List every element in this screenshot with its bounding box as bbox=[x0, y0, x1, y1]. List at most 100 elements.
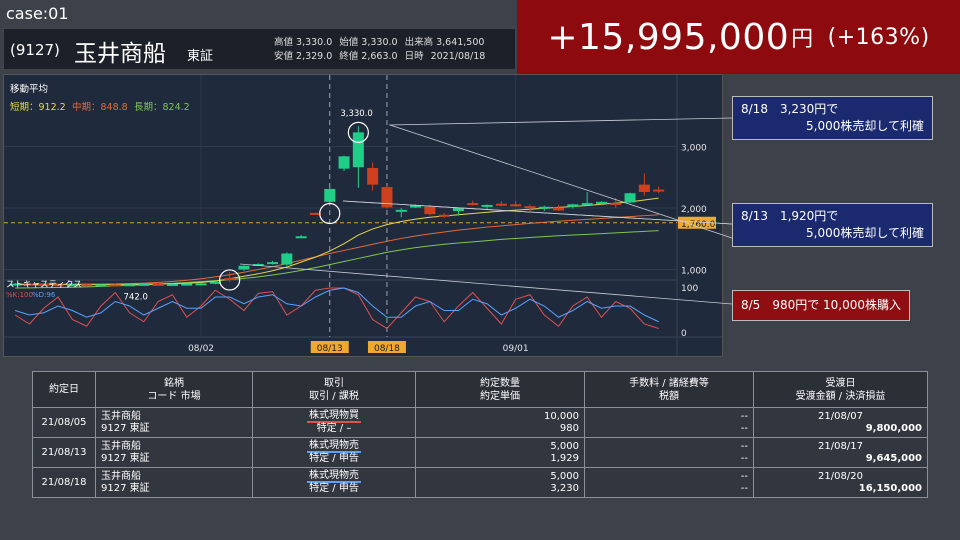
x-tick-label: 08/02 bbox=[188, 344, 214, 354]
candle-body bbox=[624, 193, 636, 203]
candle-body bbox=[224, 278, 236, 281]
qty-price-cell: 5,000 3,230 bbox=[415, 467, 585, 498]
price-stats: 高値 3,330.0 始値 3,330.0 出来高 3,641,500 安値 2,3… bbox=[274, 36, 492, 64]
stoch-legend-item: %D:96 bbox=[32, 291, 56, 299]
table-header-row: 約定日 銘柄 コード 市場 取引 取引 / 課税 約定数量 約定単価 手数料 / 諸経… bbox=[32, 371, 928, 408]
callout-aug13-line2: 5,000株売却して利確 bbox=[806, 226, 924, 240]
profit-amount: +15,995,000 bbox=[547, 16, 790, 58]
candle-body bbox=[510, 204, 522, 207]
profit-banner: +15,995,000 円 (+163%) bbox=[517, 0, 960, 74]
candle-body bbox=[238, 265, 250, 270]
low-annotation: 742.0 bbox=[124, 292, 148, 302]
candle-body bbox=[124, 284, 136, 287]
fee-tax-cell: -- -- bbox=[584, 407, 754, 438]
callout-aug13-line1: 8/13 1,920円で bbox=[741, 209, 839, 223]
callout-aug18: 8/18 3,230円で 5,000株売却して利確 bbox=[732, 96, 933, 140]
candle-body bbox=[395, 209, 407, 212]
candle-body bbox=[653, 189, 665, 192]
reference-label: 1,760.0 bbox=[681, 220, 716, 230]
settle-cell: 21/08/07 9,800,000 bbox=[753, 407, 928, 438]
candle-body bbox=[138, 283, 150, 286]
candle-body bbox=[252, 263, 264, 266]
col-header: 手数料 / 諸経費等 税額 bbox=[584, 371, 754, 408]
stoch-legend-item: %K:100 bbox=[6, 291, 33, 299]
col-header: 受渡日 受渡金額 / 決済損益 bbox=[753, 371, 928, 408]
candle-body bbox=[195, 283, 207, 286]
close-price: 終値 2,663.0 bbox=[339, 51, 398, 62]
trade-date: 21/08/05 bbox=[32, 407, 96, 438]
candle-body bbox=[109, 284, 121, 287]
stock-header: (9127) 玉井商船 東証 高値 3,330.0 始値 3,330.0 出来高 3… bbox=[3, 28, 516, 70]
candle-body bbox=[281, 253, 293, 265]
table-row: 21/08/05 玉井商船 9127 東証 株式現物買 特定 / – 10,000 9… bbox=[32, 407, 928, 438]
candle-body bbox=[324, 188, 336, 202]
qty-price-cell: 5,000 1,929 bbox=[415, 437, 585, 468]
price-tick-label: 3,000 bbox=[681, 144, 707, 154]
table-row: 21/08/13 玉井商船 9127 東証 株式現物売 特定 / 申告 5,000 1… bbox=[32, 437, 928, 468]
candle-body bbox=[352, 132, 364, 168]
candle-body bbox=[181, 283, 193, 286]
candle-body bbox=[438, 214, 450, 217]
trade-type-cell: 株式現物買 特定 / – bbox=[252, 407, 416, 438]
settle-cell: 21/08/17 9,645,000 bbox=[753, 437, 928, 468]
candle-body bbox=[267, 262, 279, 265]
volume: 出来高 3,641,500 bbox=[404, 37, 485, 48]
candle-body bbox=[467, 203, 479, 206]
candle-body bbox=[553, 207, 565, 211]
trade-type-cell: 株式現物売 特定 / 申告 bbox=[252, 437, 416, 468]
x-tick-label: 08/13 bbox=[317, 344, 343, 354]
ma-short-line bbox=[15, 197, 659, 285]
trade-date: 21/08/13 bbox=[32, 437, 96, 468]
price-tick-label: 1,000 bbox=[681, 267, 707, 277]
candle-body bbox=[638, 184, 650, 193]
col-header: 銘柄 コード 市場 bbox=[95, 371, 253, 408]
trade-table: 約定日 銘柄 コード 市場 取引 取引 / 課税 約定数量 約定単価 手数料 / 諸経… bbox=[32, 371, 928, 498]
stock-chart: 3,000 2,000 1,000 100 0 1,760.0 3,330.0 742.0 移動… bbox=[3, 74, 723, 357]
stoch-tick-label: 100 bbox=[681, 284, 698, 294]
candle-body bbox=[367, 168, 379, 185]
stock-code: (9127) bbox=[10, 41, 60, 59]
ma-long-line bbox=[15, 230, 659, 289]
callout-aug05-line1: 8/5 980円で 10,000株購入 bbox=[741, 298, 902, 312]
stock-cell: 玉井商船 9127 東証 bbox=[95, 437, 253, 468]
profit-percent: (+163%) bbox=[827, 24, 930, 50]
qty-price-cell: 10,000 980 bbox=[415, 407, 585, 438]
stoch-tick-label: 0 bbox=[681, 329, 687, 339]
candle-body bbox=[524, 206, 536, 209]
candle-body bbox=[581, 203, 593, 206]
table-row: 21/08/18 玉井商船 9127 東証 株式現物売 特定 / 申告 5,000 3… bbox=[32, 467, 928, 498]
stock-cell: 玉井商船 9127 東証 bbox=[95, 467, 253, 498]
candle-body bbox=[295, 236, 307, 239]
candle-body bbox=[338, 156, 350, 169]
fee-tax-cell: -- -- bbox=[584, 467, 754, 498]
low-price: 安値 2,329.0 bbox=[274, 51, 333, 62]
case-label: case:01 bbox=[6, 4, 69, 23]
candle-body bbox=[610, 203, 622, 206]
candle-body bbox=[595, 201, 607, 204]
col-header: 取引 取引 / 課税 bbox=[252, 371, 416, 408]
open-price: 始値 3,330.0 bbox=[339, 37, 398, 48]
stoch-d-line bbox=[14, 287, 659, 323]
candle-body bbox=[567, 204, 579, 207]
ma-title: 移動平均 bbox=[10, 83, 48, 95]
candle-body bbox=[410, 205, 422, 208]
stoch-title: ストキャスティクス bbox=[6, 280, 82, 290]
candle-body bbox=[481, 204, 493, 207]
candle-body bbox=[95, 284, 107, 287]
ma-legend-item: 短期：912.2 bbox=[10, 101, 66, 113]
candle-body bbox=[424, 206, 436, 215]
stock-exchange: 東証 bbox=[187, 49, 214, 64]
x-tick-label: 09/01 bbox=[503, 344, 529, 354]
candle-body bbox=[81, 284, 93, 287]
high-annotation: 3,330.0 bbox=[340, 109, 372, 119]
profit-unit: 円 bbox=[791, 27, 814, 52]
candle-body bbox=[166, 284, 178, 287]
stock-name: 玉井商船 bbox=[74, 41, 166, 67]
x-tick-label: 08/18 bbox=[374, 344, 400, 354]
col-header: 約定数量 約定単価 bbox=[415, 371, 585, 408]
fee-tax-cell: -- -- bbox=[584, 437, 754, 468]
callout-aug18-line2: 5,000株売却して利確 bbox=[806, 119, 924, 133]
col-header: 約定日 bbox=[32, 371, 96, 408]
trade-date: 21/08/18 bbox=[32, 467, 96, 498]
high-price: 高値 3,330.0 bbox=[274, 37, 333, 48]
